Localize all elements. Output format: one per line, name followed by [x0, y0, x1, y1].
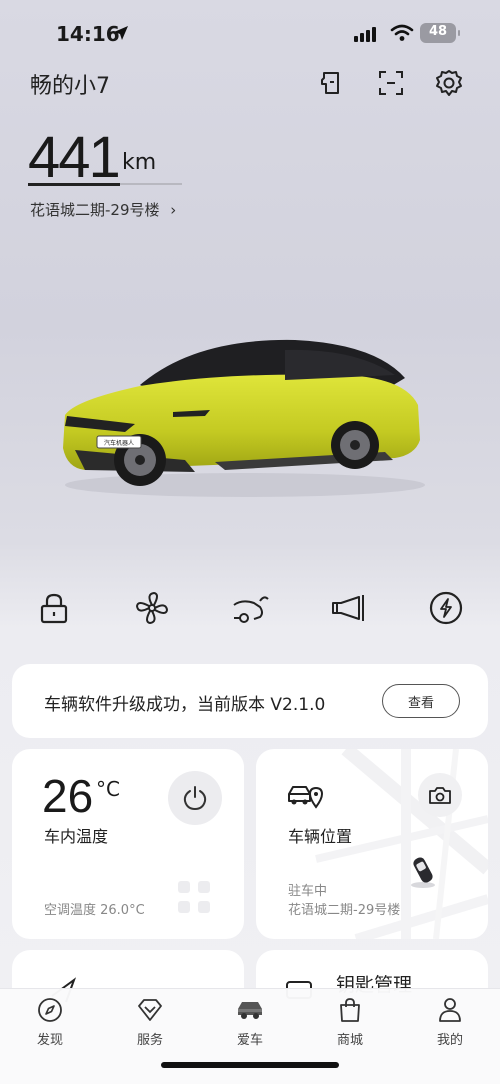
- license-plate-text: 汽车机器人: [104, 439, 134, 447]
- cellular-signal-icon: [354, 27, 376, 42]
- settings-icon[interactable]: [432, 66, 466, 100]
- tab-store[interactable]: 商城: [320, 995, 380, 1048]
- view-update-button[interactable]: 查看: [382, 684, 460, 718]
- fan-icon: [135, 591, 169, 625]
- charge-icon: [429, 591, 463, 625]
- tab-label: 服务: [136, 1033, 163, 1048]
- tab-label: 商城: [336, 1033, 363, 1048]
- range-bar-fill: [28, 182, 121, 186]
- camera-icon: [429, 787, 451, 804]
- horn-icon: [332, 595, 364, 621]
- battery-level: 48: [428, 24, 448, 39]
- cabin-temperature-label: 车内温度: [44, 827, 109, 846]
- car-location-icon: [288, 786, 324, 809]
- car-image: 汽车机器人: [63, 339, 425, 497]
- status-time: 14:16: [56, 22, 120, 46]
- parking-status: 驻车中: [288, 884, 328, 899]
- location-arrow-icon: [114, 26, 128, 40]
- range-unit: km: [122, 150, 157, 175]
- power-icon: [183, 786, 207, 811]
- vehicle-location-label: 车辆位置: [288, 827, 353, 846]
- home-indicator: [161, 1062, 339, 1068]
- status-bar: 14:16 48: [0, 0, 500, 66]
- lock-button[interactable]: [31, 585, 77, 631]
- tab-label: 爱车: [236, 1033, 263, 1048]
- bottom-tab-bar: 发现 服务 爱车 商城 我的: [0, 988, 500, 1084]
- tab-discover[interactable]: 发现: [20, 995, 80, 1048]
- battery-indicator: 48: [420, 23, 460, 43]
- tab-profile[interactable]: 我的: [420, 995, 480, 1048]
- range-value: 441: [28, 125, 121, 190]
- temperature-unit: °C: [96, 777, 120, 801]
- climate-card[interactable]: 26 °C 车内温度 空调温度 26.0°C: [12, 749, 244, 939]
- person-icon: [439, 998, 461, 1022]
- car-icon: [238, 1002, 262, 1019]
- vehicle-address: 花语城二期-29号楼: [288, 903, 401, 918]
- horn-button[interactable]: [325, 585, 371, 631]
- ac-temperature: 空调温度 26.0°C: [44, 903, 145, 918]
- trunk-icon: [233, 596, 269, 623]
- charge-button[interactable]: [423, 585, 469, 631]
- lock-icon: [40, 593, 68, 624]
- fan-button[interactable]: [129, 585, 175, 631]
- tab-label: 发现: [36, 1033, 63, 1048]
- cabin-temperature: 26: [42, 770, 94, 822]
- update-message: 车辆软件升级成功，当前版本 V2.1.0: [44, 695, 326, 715]
- car-address: 花语城二期-29号楼: [30, 201, 160, 219]
- car-address-link[interactable]: 花语城二期-29号楼 ›: [30, 199, 176, 220]
- scan-icon[interactable]: [374, 66, 408, 100]
- range-display: 441 km: [28, 124, 156, 190]
- tab-my-car[interactable]: 爱车: [220, 995, 280, 1048]
- car-name[interactable]: 畅的小7: [30, 68, 110, 100]
- software-update-banner: 车辆软件升级成功，当前版本 V2.1.0 查看: [12, 664, 488, 738]
- wifi-icon: [390, 24, 414, 41]
- tab-service[interactable]: 服务: [120, 995, 180, 1048]
- vehicle-location-card[interactable]: 车辆位置 驻车中 花语城二期-29号楼: [256, 749, 488, 939]
- camera-button[interactable]: [418, 773, 462, 817]
- seat-grid-icon: [178, 881, 212, 915]
- car-door-icon[interactable]: [314, 66, 348, 100]
- compass-icon: [38, 998, 62, 1022]
- tab-label: 我的: [436, 1033, 463, 1048]
- diamond-icon: [138, 999, 162, 1021]
- climate-power-button[interactable]: [168, 771, 222, 825]
- bag-icon: [340, 998, 360, 1022]
- chevron-right-icon: ›: [170, 201, 177, 219]
- trunk-button[interactable]: [227, 585, 273, 631]
- car-map-marker-icon: [411, 857, 435, 888]
- range-bar: [28, 182, 182, 186]
